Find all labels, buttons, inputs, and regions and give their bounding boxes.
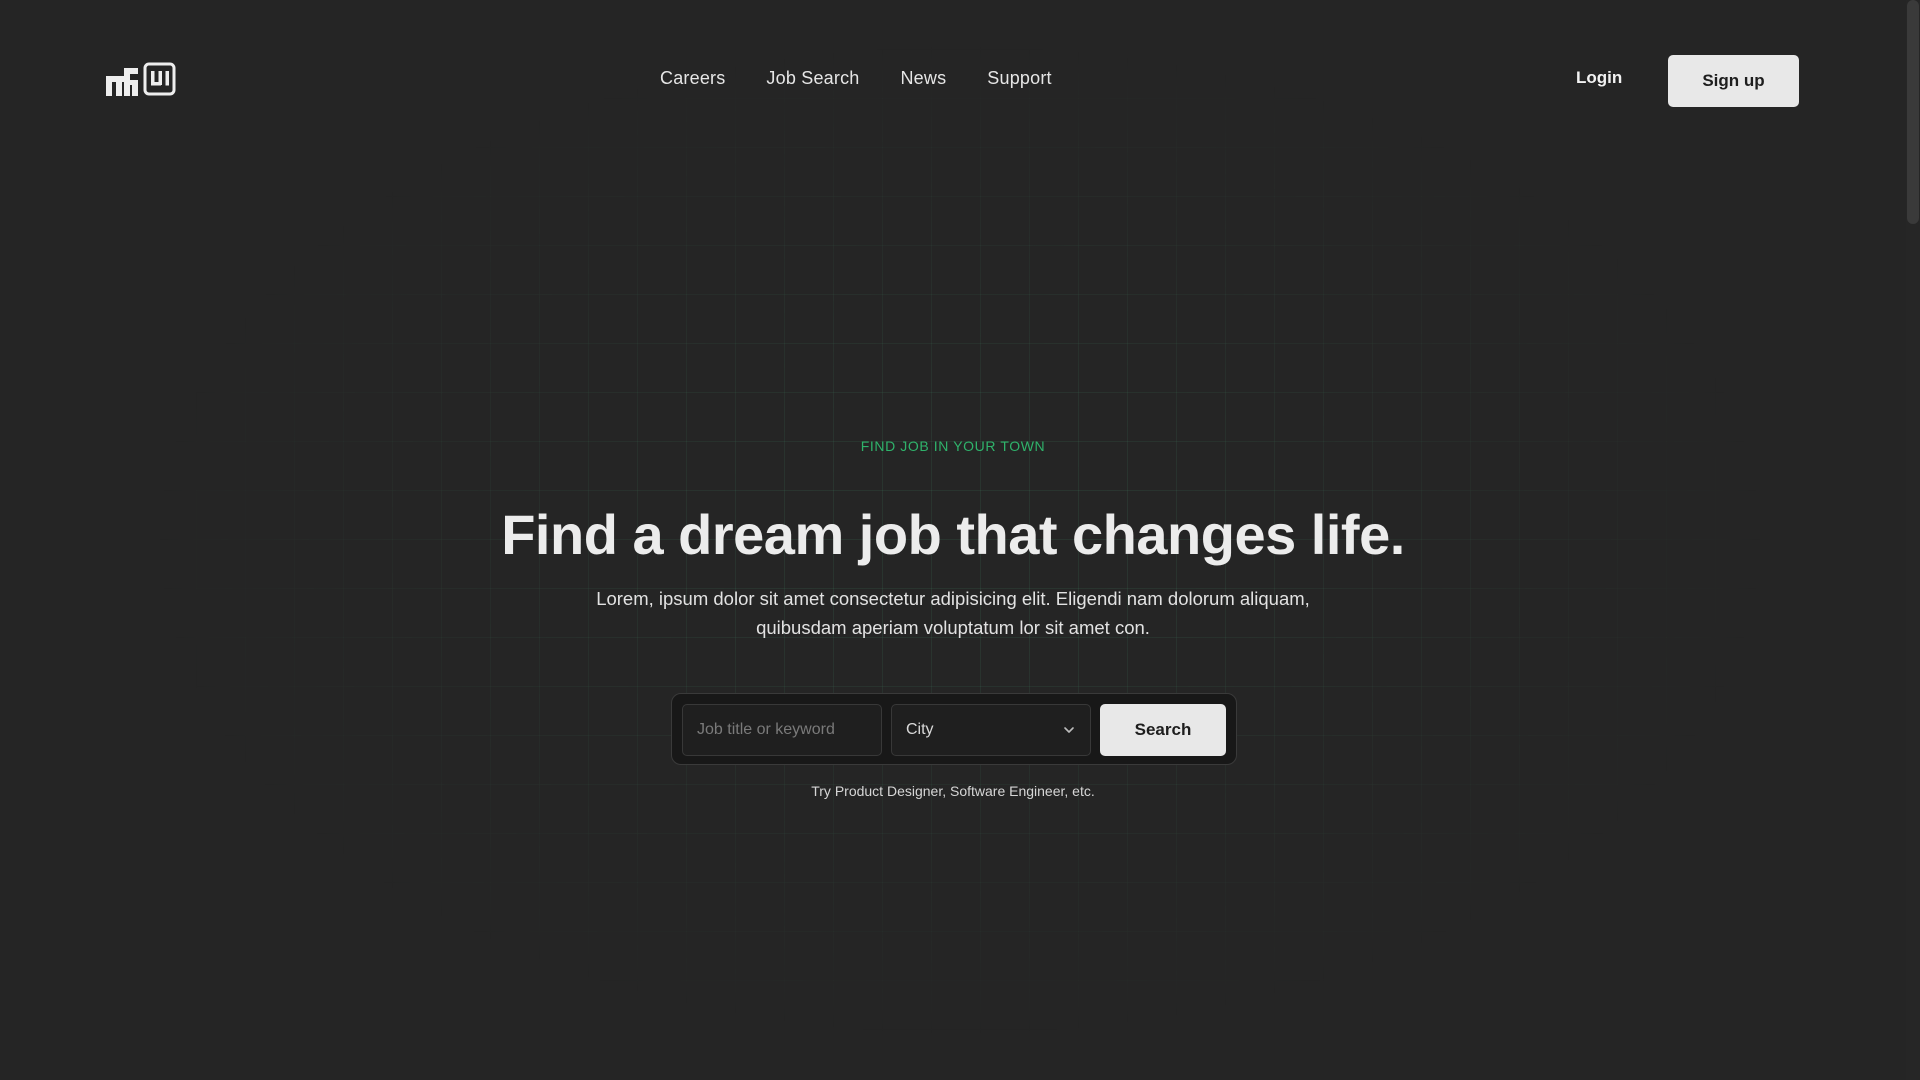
chevron-down-icon [1064,727,1074,733]
nav-news[interactable]: News [900,68,946,89]
page-scrollbar[interactable] [1906,0,1920,1080]
search-button[interactable]: Search [1100,704,1226,756]
search-hint: Try Product Designer, Software Engineer,… [811,783,1095,799]
landing-page: Careers Job Search News Support Login Si… [0,0,1920,1080]
login-link[interactable]: Login [1576,68,1622,88]
signup-button[interactable]: Sign up [1668,55,1799,107]
mf-ui-logo-icon [106,62,176,96]
site-header: Careers Job Search News Support Login Si… [0,0,1906,162]
job-search-form: City Search [671,693,1237,765]
city-select-value: City [906,721,934,738]
logo-link[interactable] [106,62,176,98]
hero-subtext: Lorem, ipsum dolor sit amet consectetur … [596,588,1310,638]
nav-job-search[interactable]: Job Search [766,68,859,89]
city-select[interactable]: City [891,704,1091,756]
hero-eyebrow: FIND JOB IN YOUR TOWN [860,438,1046,454]
keyword-input[interactable] [682,704,882,756]
scrollbar-thumb[interactable] [1907,0,1919,224]
nav-careers[interactable]: Careers [660,68,725,89]
nav-support[interactable]: Support [987,68,1051,89]
main-nav: Careers Job Search News Support [660,68,1052,89]
hero-headline: Find a dream job that changes life. [501,503,1405,566]
